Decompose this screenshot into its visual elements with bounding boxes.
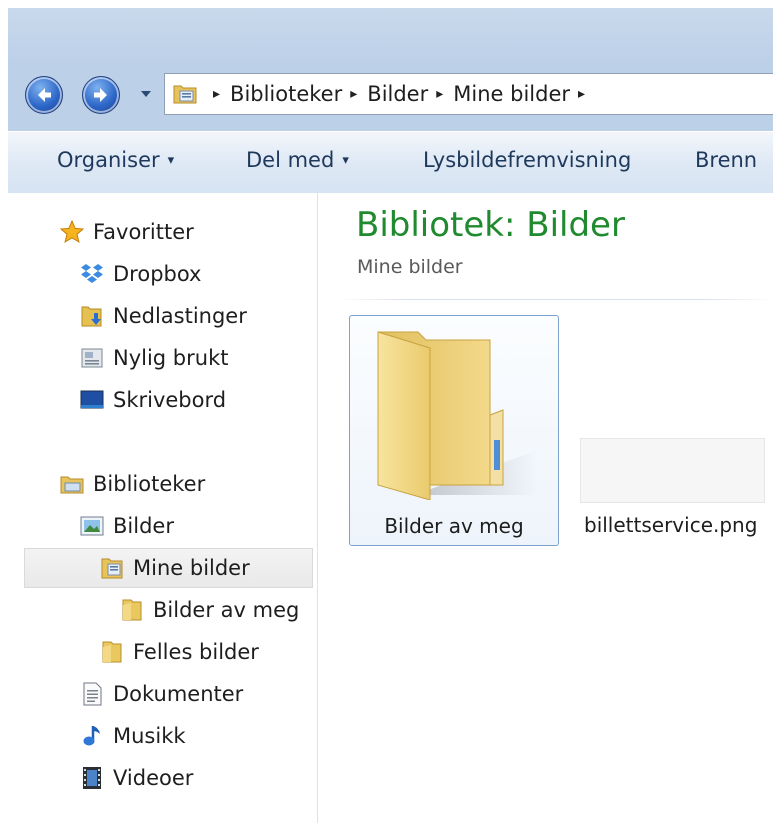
share-label: Del med [246, 148, 335, 172]
back-button[interactable] [25, 76, 63, 114]
desktop-icon [80, 390, 104, 409]
nav-label: Nedlastinger [113, 304, 247, 328]
breadcrumb-separator[interactable]: ▸ [578, 86, 585, 102]
file-name[interactable]: billettservice.png [584, 513, 757, 537]
library-folder-icon [101, 558, 123, 579]
recent-pages-chevron-down-icon[interactable] [139, 87, 153, 101]
breadcrumb-label[interactable]: Bilder [367, 82, 428, 106]
nav-item-favoritter[interactable]: Favoritter [59, 212, 194, 252]
nav-item-videoer[interactable]: Videoer [79, 758, 193, 798]
address-bar[interactable]: ▸ Biblioteker ▸ Bilder ▸ Mine bilder ▸ [164, 73, 773, 115]
pictures-icon [80, 516, 104, 536]
nav-item-biblioteker[interactable]: Biblioteker [59, 464, 205, 504]
nav-label: Bilder [113, 514, 174, 538]
library-folder-icon [173, 85, 197, 104]
star-icon [59, 219, 85, 244]
nav-item-felles-bilder[interactable]: Felles bilder [99, 632, 259, 672]
folder-icon [102, 641, 122, 663]
library-subtitle: Mine bilder [357, 256, 463, 278]
nav-item-nedlastinger[interactable]: Nedlastinger [79, 296, 247, 336]
navigation-pane: Favoritter Dropbox Nedlastinger Nylig br… [8, 193, 318, 823]
breadcrumb-label[interactable]: Mine bilder [453, 82, 570, 106]
dropbox-icon [81, 264, 103, 283]
nav-label: Skrivebord [113, 388, 227, 412]
recent-places-icon [81, 348, 103, 368]
nav-label: Mine bilder [133, 556, 250, 580]
burn-label: Brenn [695, 148, 758, 172]
organise-label: Organiser [57, 148, 160, 172]
content-pane: Bibliotek: Bilder Mine bilder Bilder av … [318, 193, 773, 823]
nav-item-skrivebord[interactable]: Skrivebord [79, 380, 226, 420]
libraries-icon [60, 476, 84, 494]
breadcrumb-label[interactable]: Biblioteker [230, 82, 342, 106]
music-icon [83, 726, 100, 746]
large-folder-icon [377, 331, 538, 500]
nav-label: Felles bilder [133, 640, 259, 664]
folder-icon [122, 599, 142, 621]
nav-item-bilder[interactable]: Bilder [79, 506, 174, 546]
folder-item-bilder-av-meg[interactable]: Bilder av meg [349, 315, 559, 546]
breadcrumb-mine-bilder[interactable]: ▸ Mine bilder [428, 82, 570, 106]
nav-label: Nylig brukt [113, 346, 229, 370]
chevron-down-icon: ▾ [167, 152, 175, 168]
downloads-icon [81, 306, 102, 327]
chevron-down-icon: ▾ [342, 152, 349, 168]
nav-item-dokumenter[interactable]: Dokumenter [79, 674, 243, 714]
nav-label: Dokumenter [113, 682, 244, 706]
breadcrumb-separator[interactable]: ▸ [350, 86, 357, 102]
header-divider [338, 299, 773, 300]
file-item-billettservice-thumbnail[interactable] [580, 438, 765, 503]
breadcrumb-separator[interactable]: ▸ [436, 86, 443, 102]
breadcrumb-subfolder-menu[interactable]: ▸ [570, 86, 595, 102]
nav-label: Bilder av meg [153, 598, 300, 622]
nav-item-nylig-brukt[interactable]: Nylig brukt [79, 338, 228, 378]
slideshow-button[interactable]: Lysbildefremvisning [423, 148, 631, 172]
share-with-menu-button[interactable]: Del med ▾ [246, 148, 349, 172]
nav-item-bilder-av-meg[interactable]: Bilder av meg [119, 590, 299, 630]
documents-icon [83, 682, 102, 706]
burn-button[interactable]: Brenn [695, 148, 757, 172]
command-bar: Organiser ▾ Del med ▾ Lysbildefremvisnin… [8, 131, 773, 194]
breadcrumb-separator[interactable]: ▸ [213, 86, 220, 102]
nav-label: Musikk [113, 724, 186, 748]
folder-name: Bilder av meg [384, 514, 524, 538]
back-arrow-icon [38, 88, 51, 102]
library-title: Bibliotek: Bilder [356, 205, 625, 245]
nav-label: Biblioteker [93, 472, 206, 496]
breadcrumb-bilder[interactable]: ▸ Bilder [342, 82, 428, 106]
breadcrumb-biblioteker[interactable]: ▸ Biblioteker [205, 82, 342, 106]
forward-button[interactable] [82, 76, 120, 114]
nav-label: Videoer [113, 766, 194, 790]
nav-label: Favoritter [93, 220, 194, 244]
slideshow-label: Lysbildefremvisning [423, 148, 632, 172]
videos-icon [83, 767, 101, 789]
nav-item-dropbox[interactable]: Dropbox [79, 254, 201, 294]
nav-item-musikk[interactable]: Musikk [79, 716, 186, 756]
forward-arrow-icon [94, 88, 107, 102]
nav-item-mine-bilder[interactable]: Mine bilder [24, 548, 313, 588]
organise-menu-button[interactable]: Organiser ▾ [57, 148, 174, 172]
nav-label: Dropbox [113, 262, 202, 286]
